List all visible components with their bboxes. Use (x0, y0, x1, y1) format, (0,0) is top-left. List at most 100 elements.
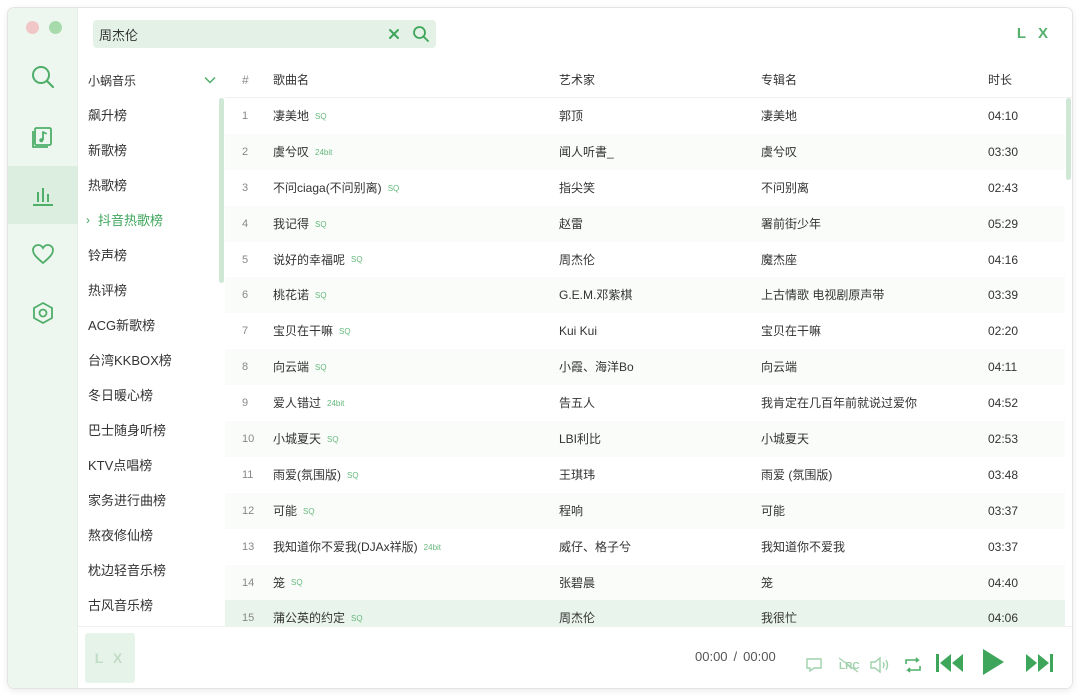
song-duration: 02:43 (988, 180, 1019, 195)
song-name: 笼 (273, 575, 286, 590)
song-row[interactable]: 12 可能 SQ 程响 可能 03:37 (225, 492, 1065, 529)
leaderboard-item[interactable]: 古风音乐榜 (79, 588, 225, 623)
song-row[interactable]: 2 虞兮叹 24bit 闻人听書_ 虞兮叹 03:30 (225, 133, 1065, 170)
active-chevron-icon: › (86, 213, 90, 227)
album-cover[interactable]: L X (85, 633, 135, 683)
play-button[interactable] (981, 648, 1005, 676)
song-row[interactable]: 8 向云端 SQ 小霞、海洋Bo 向云端 04:11 (225, 349, 1065, 386)
previous-button[interactable] (935, 652, 965, 674)
current-time: 00:00 (695, 649, 728, 664)
song-name: 我记得 (273, 216, 310, 231)
song-number: 13 (242, 540, 255, 553)
song-duration: 03:37 (988, 539, 1019, 554)
song-name-cell: 可能 SQ (273, 493, 315, 529)
song-name: 向云端 (273, 360, 310, 375)
leaderboard-item-label: 熬夜修仙榜 (88, 528, 154, 543)
song-row[interactable]: 10 小城夏天 SQ LBI利比 小城夏天 02:53 (225, 421, 1065, 457)
song-row[interactable]: 15 蒲公英的约定 SQ 周杰伦 我很忙 04:06 (225, 600, 1065, 626)
nav-leaderboard[interactable] (8, 166, 78, 224)
song-row[interactable]: 5 说好的幸福呢 SQ 周杰伦 魔杰座 04:16 (225, 242, 1065, 278)
player-bar: L X 00:00 / 00:00 LRC (78, 626, 1072, 688)
song-table-body: 1 凄美地 SQ 郭顶 凄美地 04:10 2 虞兮叹 24bit 闻人听書_ 虞兮叹 03:30 3 不… (225, 98, 1065, 626)
song-artist: 威仔、格子兮 (559, 539, 632, 554)
song-row[interactable]: 13 我知道你不爱我(DJAx祥版) 24bit 威仔、格子兮 我知道你不爱我 03:37 (225, 529, 1065, 565)
song-duration: 03:48 (988, 467, 1019, 482)
quality-badge: SQ (303, 506, 315, 516)
song-row[interactable]: 6 桃花诺 SQ G.E.M.邓紫棋 上古情歌 电视剧原声带 03:39 (225, 277, 1065, 314)
nav-settings[interactable] (8, 284, 78, 342)
song-album: 雨爱 (氛围版) (761, 467, 833, 482)
chevron-down-icon (204, 76, 216, 84)
search-input[interactable]: 周杰伦 (99, 25, 386, 44)
search-submit-icon[interactable] (412, 25, 430, 43)
col-song-name-header: 歌曲名 (273, 73, 310, 87)
search-bar[interactable]: 周杰伦 (93, 20, 436, 48)
leaderboard-item-label: 新歌榜 (88, 143, 128, 158)
song-row[interactable]: 11 雨爱(氛围版) SQ 王琪玮 雨爱 (氛围版) 03:48 (225, 457, 1065, 493)
leaderboard-item-label: ACG新歌榜 (88, 318, 156, 333)
source-dropdown[interactable]: 小蜗音乐 (79, 62, 224, 98)
song-artist: 程响 (559, 503, 584, 518)
song-table-scrollbar[interactable] (1066, 98, 1071, 180)
leaderboard-item[interactable]: 巴士随身听榜 (79, 413, 225, 448)
song-row[interactable]: 14 笼 SQ 张碧晨 笼 04:40 (225, 564, 1065, 601)
song-duration: 04:11 (988, 360, 1018, 375)
leaderboard-item[interactable]: 熬夜修仙榜 (79, 518, 225, 553)
leaderboard-scrollbar[interactable] (219, 98, 224, 283)
leaderboard-item[interactable]: 枕边轻音乐榜 (79, 553, 225, 588)
song-row[interactable]: 4 我记得 SQ 赵雷 署前街少年 05:29 (225, 205, 1065, 242)
song-number: 15 (242, 612, 255, 625)
song-name-cell: 说好的幸福呢 SQ (273, 242, 363, 278)
repeat-button[interactable] (903, 656, 923, 674)
leaderboard-item-label: 家务进行曲榜 (88, 493, 167, 508)
leaderboard-item[interactable]: 热歌榜 (79, 168, 225, 203)
song-album: 凄美地 (761, 109, 798, 123)
song-number: 4 (242, 217, 249, 230)
leaderboard-item[interactable]: 热评榜 (79, 273, 225, 308)
leaderboard-item[interactable]: 台湾KKBOX榜 (79, 343, 225, 378)
song-number: 9 (242, 397, 249, 410)
leaderboard-item[interactable]: KTV点唱榜 (79, 448, 225, 483)
song-name: 我知道你不爱我(DJAx祥版) (273, 539, 418, 554)
next-button[interactable] (1024, 652, 1054, 674)
comment-button[interactable] (804, 656, 824, 674)
chart-icon (33, 188, 53, 206)
song-row[interactable]: 7 宝贝在干嘛 SQ Kui Kui 宝贝在干嘛 02:20 (225, 313, 1065, 349)
nav-song-list[interactable] (8, 107, 78, 165)
song-artist: 赵雷 (559, 216, 584, 231)
left-navigation-rail (8, 8, 78, 688)
song-row[interactable]: 3 不问ciaga(不问别离) SQ 指尖笑 不问别离 02:43 (225, 170, 1065, 206)
col-album-header: 专辑名 (761, 73, 798, 87)
leaderboard-item[interactable]: ACG新歌榜 (79, 308, 225, 343)
clear-icon[interactable] (386, 26, 402, 42)
song-album: 虞兮叹 (761, 144, 798, 159)
lyrics-button[interactable]: LRC (838, 656, 860, 674)
song-album: 我很忙 (761, 611, 798, 626)
leaderboard-item[interactable]: 铃声榜 (79, 238, 225, 273)
song-row[interactable]: 1 凄美地 SQ 郭顶 凄美地 04:10 (225, 98, 1065, 134)
play-icon (983, 649, 1004, 675)
leaderboard-item[interactable]: › 抖音热歌榜 (79, 203, 225, 238)
lyrics-icon: LRC (838, 657, 860, 673)
nav-favorites[interactable] (8, 225, 78, 283)
song-duration: 04:06 (988, 611, 1019, 626)
song-number: 5 (242, 253, 249, 266)
song-number: 11 (242, 468, 254, 481)
song-name-cell: 雨爱(氛围版) SQ (273, 457, 359, 493)
leaderboard-item[interactable]: 冬日暖心榜 (79, 378, 225, 413)
window-maximize-button[interactable] (49, 21, 62, 34)
leaderboard-item[interactable]: 家务进行曲榜 (79, 483, 225, 518)
leaderboard-item-label: 铃声榜 (88, 248, 128, 263)
window-close-button[interactable] (26, 21, 39, 34)
song-row[interactable]: 9 爱人错过 24bit 告五人 我肯定在几百年前就说过爱你 04:52 (225, 385, 1065, 421)
leaderboard-item[interactable]: 新歌榜 (79, 133, 225, 168)
song-number: 6 (242, 289, 249, 302)
leaderboard-item[interactable]: 飙升榜 (79, 98, 225, 133)
leaderboard-item-label: 热歌榜 (88, 178, 128, 193)
song-number: 7 (242, 325, 249, 338)
nav-search[interactable] (8, 48, 78, 106)
song-name: 桃花诺 (273, 288, 310, 303)
leaderboard-item-label: 古风音乐榜 (88, 598, 154, 613)
song-artist: 指尖笑 (559, 180, 596, 195)
volume-button[interactable] (869, 656, 891, 674)
